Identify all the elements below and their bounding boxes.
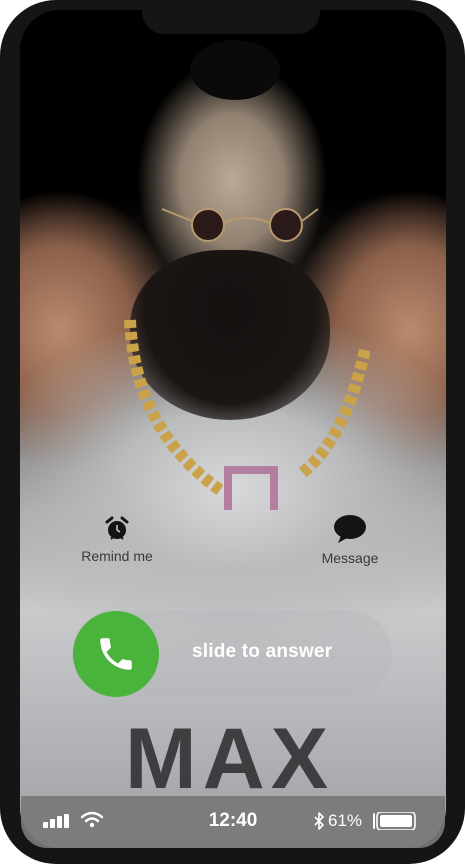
bluetooth-icon: [314, 812, 324, 830]
incoming-call-screen: MAX: [20, 10, 446, 848]
answer-call-button[interactable]: [73, 611, 159, 697]
message-button[interactable]: Message: [310, 514, 390, 566]
battery-percent: 61%: [328, 811, 363, 830]
caller-photo-chain: [124, 319, 370, 510]
alarm-clock-icon: [105, 516, 129, 540]
slide-to-answer-label: slide to answer: [192, 641, 333, 662]
caller-photo-glasses: [161, 208, 319, 242]
caller-photo-hair: [190, 40, 280, 100]
message-label: Message: [321, 550, 379, 566]
shirt-print: MAX: [125, 711, 335, 807]
notch: [142, 0, 320, 34]
battery-icon: [373, 812, 416, 830]
status-bar: 12:40 61%: [21, 796, 445, 848]
remind-me-label: Remind me: [81, 548, 153, 564]
message-bubble-icon: [334, 515, 366, 543]
remind-me-button[interactable]: Remind me: [72, 516, 162, 564]
phone-handset-icon: [100, 638, 132, 670]
phone-frame: MAX Remind me Message slide to answer 12…: [0, 0, 465, 864]
